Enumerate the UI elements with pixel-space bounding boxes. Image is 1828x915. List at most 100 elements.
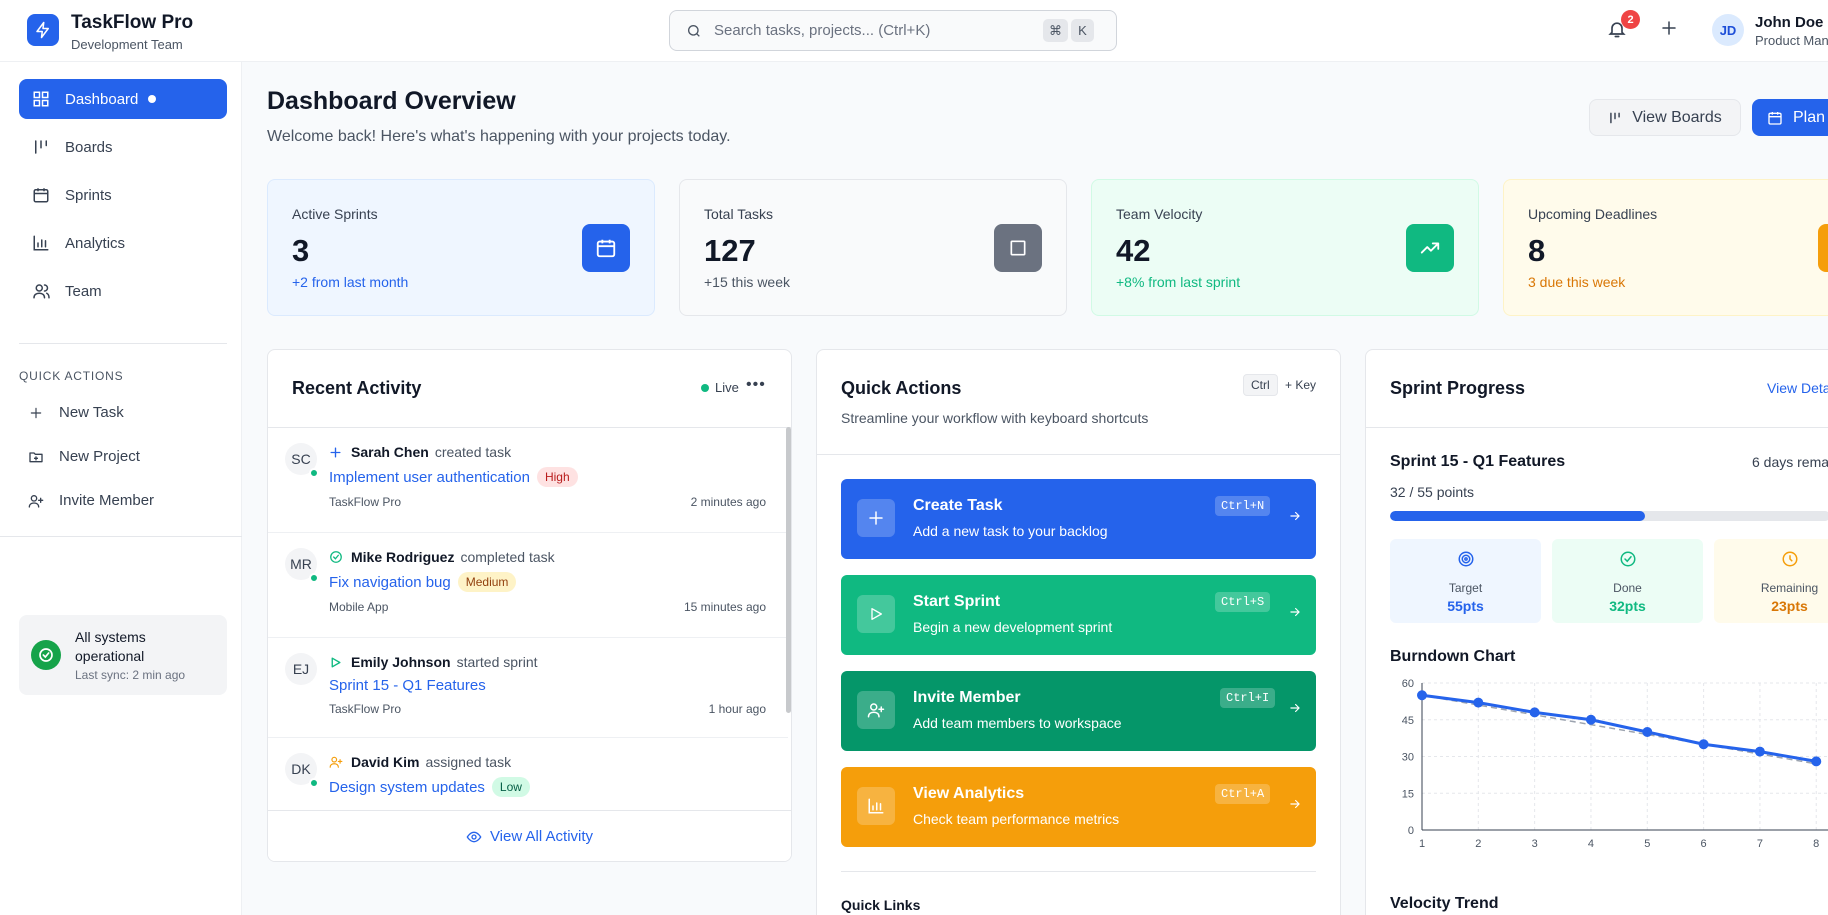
plus-icon [857, 499, 895, 537]
stat-card-total-tasks[interactable]: Total Tasks 127 +15 this week [679, 179, 1067, 316]
page-title: Dashboard Overview [267, 87, 516, 115]
eye-icon [466, 829, 482, 845]
activity-line: Emily Johnson started sprint [329, 654, 538, 670]
more-icon[interactable]: ••• [746, 376, 766, 394]
activity-user[interactable]: Emily Johnson [351, 654, 451, 670]
remaining-label: Remaining [1760, 581, 1819, 595]
card-title: Create Task [913, 497, 1003, 514]
view-analytics-button[interactable]: View Analytics Check team performance me… [841, 767, 1316, 847]
top-header: TaskFlow Pro Development Team Search tas… [0, 0, 1828, 62]
activity-task-link[interactable]: Fix navigation bug [329, 574, 451, 591]
burndown-point [1698, 739, 1709, 750]
burndown-point [1529, 707, 1540, 718]
activity-task-row: Design system updates Low [329, 777, 530, 797]
sidebar-invite-member[interactable]: Invite Member [27, 492, 154, 509]
stat-card-team-velocity[interactable]: Team Velocity 42 +8% from last sprint [1091, 179, 1479, 316]
arrow-right-icon [1288, 701, 1302, 715]
activity-user[interactable]: Sarah Chen [351, 444, 429, 460]
create-task-button[interactable]: Create Task Add a new task to your backl… [841, 479, 1316, 559]
activity-task-link[interactable]: Design system updates [329, 779, 485, 796]
plus-icon[interactable] [1660, 19, 1678, 42]
team-name: Development Team [71, 37, 183, 52]
activity-item[interactable]: SC Sarah Chen created task Implement use… [268, 428, 788, 533]
bar-chart-icon [31, 233, 51, 253]
x-tick-label: 5 [1644, 838, 1650, 850]
search-placeholder: Search tasks, projects... (Ctrl+K) [714, 22, 931, 39]
invite-member-button[interactable]: Invite Member Add team members to worksp… [841, 671, 1316, 751]
remaining-value: 23pts [1771, 598, 1808, 614]
burndown-point [1811, 756, 1822, 767]
activity-user[interactable]: Mike Rodriguez [351, 549, 454, 565]
cmd-key: ⌘ [1043, 19, 1068, 42]
sidebar-new-project[interactable]: New Project [27, 448, 140, 465]
recent-activity-title: Recent Activity [292, 378, 422, 398]
stat-value: 8 [1528, 233, 1546, 268]
user-avatar[interactable]: JD [1712, 14, 1744, 46]
activity-item[interactable]: EJ Emily Johnson started sprint Sprint 1… [268, 638, 788, 738]
stat-label: Active Sprints [292, 206, 378, 222]
stat-delta: +15 this week [704, 274, 790, 290]
arrow-right-icon [1288, 605, 1302, 619]
done-value: 32pts [1609, 598, 1646, 614]
velocity-trend-title: Velocity Trend [1390, 895, 1499, 912]
sidebar-item-sprints[interactable]: Sprints [19, 175, 227, 215]
sprint-progress-panel: Sprint Progress View Deta Sprint 15 - Q1… [1365, 349, 1828, 915]
activity-time: 1 hour ago [708, 702, 766, 716]
card-title: View Analytics [913, 785, 1025, 802]
divider [1366, 427, 1828, 428]
activity-item[interactable]: MR Mike Rodriguez completed task Fix nav… [268, 533, 788, 638]
start-sprint-button[interactable]: Start Sprint Begin a new development spr… [841, 575, 1316, 655]
page-subtitle: Welcome back! Here's what's happening wi… [267, 128, 731, 145]
divider [817, 454, 1340, 455]
clock-icon [1714, 550, 1828, 568]
stat-value: 42 [1116, 233, 1151, 268]
sidebar: Dashboard Boards Sprints Analytics Team [0, 62, 242, 915]
sidebar-item-label: Analytics [65, 234, 126, 252]
activity-action: assigned task [425, 754, 512, 770]
clock-icon [1818, 224, 1828, 272]
activity-task-link[interactable]: Implement user authentication [329, 469, 530, 486]
sidebar-new-task[interactable]: New Task [27, 404, 124, 421]
sidebar-item-team[interactable]: Team [19, 271, 227, 311]
plan-button[interactable]: Plan [1752, 99, 1828, 136]
activity-time: 2 minutes ago [690, 495, 766, 509]
target-icon [1390, 550, 1541, 568]
activity-line: Sarah Chen created task [329, 444, 511, 460]
sidebar-item-boards[interactable]: Boards [19, 127, 227, 167]
burndown-title: Burndown Chart [1390, 648, 1516, 665]
view-all-label: View All Activity [489, 828, 594, 845]
view-details-link[interactable]: View Deta [1767, 380, 1828, 396]
live-indicator: Live [701, 380, 739, 395]
activity-scrollbar[interactable] [786, 427, 791, 713]
shortcut-badge: Ctrl+I [1220, 688, 1276, 708]
logo-bolt-icon[interactable] [27, 14, 59, 46]
user-name[interactable]: John Doe [1755, 14, 1823, 31]
view-all-activity-button[interactable]: View All Activity [268, 810, 791, 861]
stat-value: 127 [704, 233, 756, 268]
search-input[interactable]: Search tasks, projects... (Ctrl+K) ⌘ K [669, 10, 1117, 51]
stat-delta: +2 from last month [292, 274, 409, 290]
sidebar-item-dashboard[interactable]: Dashboard [19, 79, 227, 119]
sprint-name: Sprint 15 - Q1 Features [1390, 453, 1566, 470]
stat-label: Total Tasks [704, 206, 773, 222]
view-boards-button[interactable]: View Boards [1589, 99, 1741, 136]
y-tick-label: 60 [1402, 678, 1414, 690]
activity-user[interactable]: David Kim [351, 754, 419, 770]
x-tick-label: 3 [1532, 838, 1538, 850]
sidebar-item-label: Sprints [65, 186, 112, 204]
days-remaining: 6 days rema [1752, 454, 1828, 470]
stat-card-active-sprints[interactable]: Active Sprints 3 +2 from last month [267, 179, 655, 316]
plan-label: Plan [1793, 108, 1826, 126]
x-tick-label: 8 [1813, 838, 1819, 850]
burndown-point [1642, 727, 1653, 737]
activity-project: TaskFlow Pro [329, 702, 402, 716]
activity-task-row: Implement user authentication High [329, 467, 578, 487]
sidebar-item-analytics[interactable]: Analytics [19, 223, 227, 263]
user-plus-icon [27, 493, 45, 509]
stat-card-upcoming-deadlines[interactable]: Upcoming Deadlines 8 3 due this week [1503, 179, 1828, 316]
system-status-sync: Last sync: 2 min ago [75, 668, 186, 682]
plus-icon [27, 406, 45, 420]
done-stat: Done 32pts [1552, 539, 1703, 623]
y-tick-label: 45 [1402, 715, 1414, 727]
activity-task-link[interactable]: Sprint 15 - Q1 Features [329, 677, 486, 694]
